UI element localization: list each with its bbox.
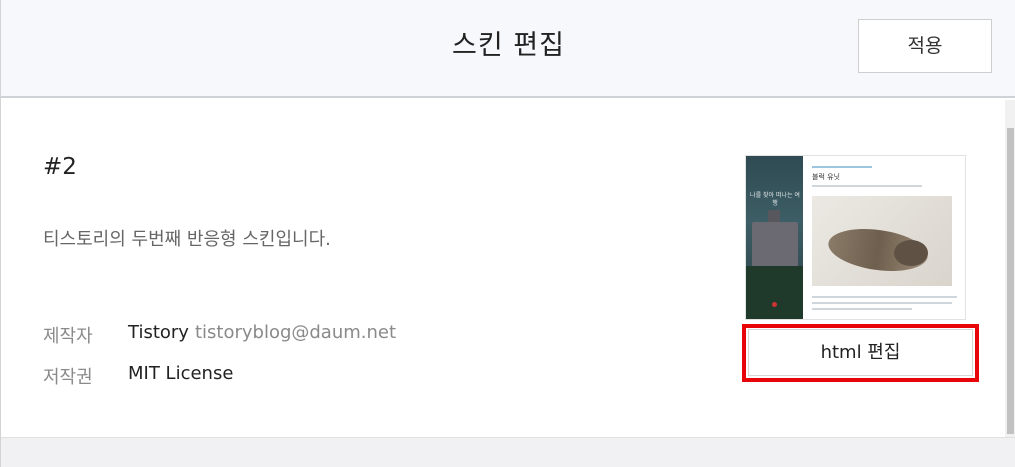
vertical-scrollbar[interactable] xyxy=(1005,100,1015,440)
skin-editor-window: 스킨 편집 적용 #2 티스토리의 두번째 반응형 스킨입니다. 제작자 Tis… xyxy=(0,0,1015,467)
html-edit-button[interactable]: html 편집 xyxy=(748,329,973,376)
skin-description: 티스토리의 두번째 반응형 스킨입니다. xyxy=(43,229,331,250)
preview-line xyxy=(812,308,912,310)
preview-line xyxy=(812,296,957,298)
preview-sidebar-image: 나를 찾아 떠나는 여행 xyxy=(746,156,803,319)
preview-line xyxy=(812,166,872,168)
preview-line xyxy=(812,185,922,187)
preview-post-title: 블럭 유닛 xyxy=(812,173,840,181)
footer-band xyxy=(1,437,1015,467)
author-label: 제작자 xyxy=(43,326,93,347)
license-value: MIT License xyxy=(128,363,234,384)
author-email: tistoryblog@daum.net xyxy=(194,322,397,343)
scrollbar-thumb[interactable] xyxy=(1007,128,1014,434)
preview-post-area: 블럭 유닛 xyxy=(806,156,965,319)
header-bar: 스킨 편집 적용 xyxy=(1,0,1015,98)
skin-preview-thumbnail: 나를 찾아 떠나는 여행 블럭 유닛 xyxy=(745,155,966,320)
preview-dot xyxy=(772,302,777,307)
skin-name: #2 xyxy=(43,154,77,180)
apply-button[interactable]: 적용 xyxy=(858,19,992,73)
author-value: Tistory tistoryblog@daum.net xyxy=(128,322,396,343)
skin-info-panel: #2 티스토리의 두번째 반응형 스킨입니다. 제작자 Tistory tisto… xyxy=(1,100,1005,438)
preview-cat-photo xyxy=(812,196,952,286)
preview-line xyxy=(812,302,952,304)
preview-tree-shape xyxy=(746,266,803,319)
license-label: 저작권 xyxy=(43,367,93,388)
cat-head-shape xyxy=(894,240,928,266)
author-name: Tistory xyxy=(128,322,189,343)
preview-sidebar-caption: 나를 찾아 떠나는 여행 xyxy=(750,192,800,207)
